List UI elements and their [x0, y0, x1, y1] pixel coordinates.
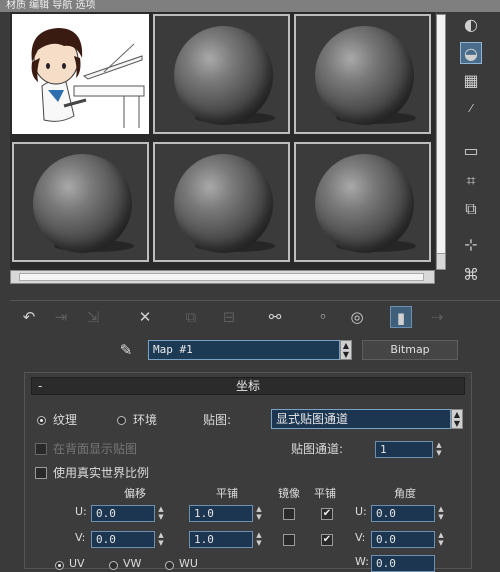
offset-column-header: 偏移 — [124, 487, 146, 500]
material-sphere — [174, 154, 273, 253]
go-forward-to-sibling-icon[interactable]: ⇢ — [426, 306, 448, 328]
sample-type-icon[interactable]: ◐ — [460, 14, 482, 36]
v-angle-input[interactable]: 0.0 — [371, 531, 435, 548]
horizontal-scroll-thumb[interactable] — [19, 273, 424, 281]
show-end-result-icon[interactable]: ◎ — [346, 306, 368, 328]
radio-texture-label: 纹理 — [53, 413, 78, 427]
reset-map-icon[interactable]: ✕ — [134, 306, 156, 328]
mapping-label: 贴图: — [203, 413, 232, 427]
assign-to-selection-icon[interactable]: ⇲ — [82, 306, 104, 328]
mirror-column-header: 镜像 — [278, 487, 300, 500]
backlight-icon[interactable]: ◒ — [460, 42, 482, 64]
map-channel-spinner[interactable]: ▲ ▼ — [435, 441, 443, 458]
map-name-input[interactable]: Map #1 — [148, 340, 340, 360]
sample-slot-6[interactable] — [294, 142, 431, 262]
video-color-check-icon[interactable]: ▭ — [460, 140, 482, 162]
coordinates-rollout: - 坐标 纹理 环境 贴图: 显式贴图通道 ▲ ▼ 在背面显示贴图 贴图通道: 1… — [24, 372, 472, 572]
v-mirror-checkbox[interactable] — [283, 534, 295, 546]
radio-environ[interactable] — [117, 416, 126, 425]
go-to-parent-icon[interactable]: ▮ — [390, 306, 412, 328]
put-to-library-icon[interactable]: ⊟ — [218, 306, 240, 328]
sample-slot-4[interactable] — [12, 142, 149, 262]
sample-slot-1[interactable] — [12, 14, 149, 134]
rollout-title: 坐标 — [235, 379, 260, 393]
slots-horizontal-scrollbar[interactable] — [10, 270, 435, 284]
options-icon[interactable]: ⧉ — [460, 198, 482, 220]
v-row-label: V: — [75, 531, 86, 544]
slots-vertical-scrollbar[interactable] — [436, 14, 446, 270]
v-offset-spinner[interactable]: ▲ ▼ — [157, 531, 165, 548]
u-offset-input[interactable]: 0.0 — [91, 505, 155, 522]
radio-environ-label: 环境 — [133, 413, 158, 427]
window-menu-strip: 材质 编辑 导航 选项 — [0, 0, 500, 12]
show-map-in-viewport-icon[interactable]: ◦ — [312, 306, 334, 328]
v-offset-input[interactable]: 0.0 — [91, 531, 155, 548]
w-angle-input[interactable]: 0.0 — [371, 555, 435, 572]
use-real-world-label: 使用真实世界比例 — [53, 466, 150, 480]
u-mirror-checkbox[interactable] — [283, 508, 295, 520]
sample-slot-3[interactable] — [294, 14, 431, 134]
use-real-world-checkbox[interactable] — [35, 467, 47, 479]
material-sphere — [174, 26, 273, 125]
put-to-scene-icon[interactable]: ⇥ — [50, 306, 72, 328]
get-material-icon[interactable]: ↶ — [18, 306, 40, 328]
mapping-select[interactable]: 显式贴图通道 — [271, 409, 451, 429]
radio-vw-label: VW — [123, 557, 142, 570]
radio-texture[interactable] — [37, 416, 46, 425]
cartoon-boy-piano-image — [14, 16, 147, 132]
uv-tiling-icon[interactable]: ⁄ — [460, 98, 482, 120]
u-tile-checkbox[interactable]: ✔ — [321, 508, 333, 520]
background-checker-icon[interactable]: ▦ — [460, 70, 482, 92]
w-angle-label: W: — [355, 555, 369, 568]
vertical-scroll-thumb[interactable] — [437, 15, 445, 254]
angle-column-header: 角度 — [394, 487, 416, 500]
sample-slots-area — [10, 12, 435, 270]
material-id-icon[interactable]: ⚯ — [264, 306, 286, 328]
mapping-dropdown-arrow[interactable]: ▲ ▼ — [451, 409, 463, 429]
tiling-column-header: 平铺 — [216, 487, 238, 500]
u-angle-spinner[interactable]: ▲ ▼ — [437, 505, 445, 522]
show-map-on-back-label: 在背面显示贴图 — [53, 442, 138, 456]
material-navigator-icon[interactable]: ⌘ — [460, 264, 482, 286]
u-angle-label: U: — [355, 505, 367, 518]
bottom-toolbar: ↶ ⇥ ⇲ ✕ ⧉ ⊟ ⚯ ◦ ◎ ▮ ⇢ — [10, 300, 500, 333]
v-tiling-spinner[interactable]: ▲ ▼ — [255, 531, 263, 548]
show-map-on-back-checkbox[interactable] — [35, 443, 47, 455]
map-type-button[interactable]: Bitmap — [362, 340, 458, 360]
material-sphere — [33, 154, 132, 253]
material-sphere — [315, 26, 414, 125]
make-preview-icon[interactable]: ⌗ — [460, 170, 482, 192]
u-tiling-spinner[interactable]: ▲ ▼ — [255, 505, 263, 522]
material-sphere — [315, 154, 414, 253]
v-angle-label: V: — [355, 531, 366, 544]
u-angle-input[interactable]: 0.0 — [371, 505, 435, 522]
radio-wu-label: WU — [179, 557, 198, 570]
v-tile-checkbox[interactable]: ✔ — [321, 534, 333, 546]
map-channel-input[interactable]: 1 — [375, 441, 433, 458]
tile-column-header: 平铺 — [314, 487, 336, 500]
make-unique-icon[interactable]: ⧉ — [180, 306, 202, 328]
map-name-dropdown-arrow[interactable]: ▲ ▼ — [340, 340, 352, 360]
v-tiling-input[interactable]: 1.0 — [189, 531, 253, 548]
right-toolbar: ◐ ◒ ▦ ⁄ ▭ ⌗ ⧉ ⊹ ⌘ — [448, 12, 500, 292]
sample-slot-2[interactable] — [153, 14, 290, 134]
u-tiling-input[interactable]: 1.0 — [189, 505, 253, 522]
u-offset-spinner[interactable]: ▲ ▼ — [157, 505, 165, 522]
u-row-label: U: — [75, 505, 87, 518]
v-angle-spinner[interactable]: ▲ ▼ — [437, 531, 445, 548]
map-channel-label: 贴图通道: — [291, 442, 344, 456]
rollout-header[interactable]: - 坐标 — [31, 377, 465, 395]
sample-slot-5[interactable] — [153, 142, 290, 262]
radio-uv-label: UV — [69, 557, 85, 570]
eyedropper-icon[interactable]: ✎ — [116, 340, 136, 360]
map-name-row: ✎ Map #1 ▲ ▼ Bitmap — [0, 338, 500, 364]
select-by-material-icon[interactable]: ⊹ — [460, 234, 482, 256]
menu-strip-text: 材质 编辑 导航 选项 — [6, 0, 96, 11]
